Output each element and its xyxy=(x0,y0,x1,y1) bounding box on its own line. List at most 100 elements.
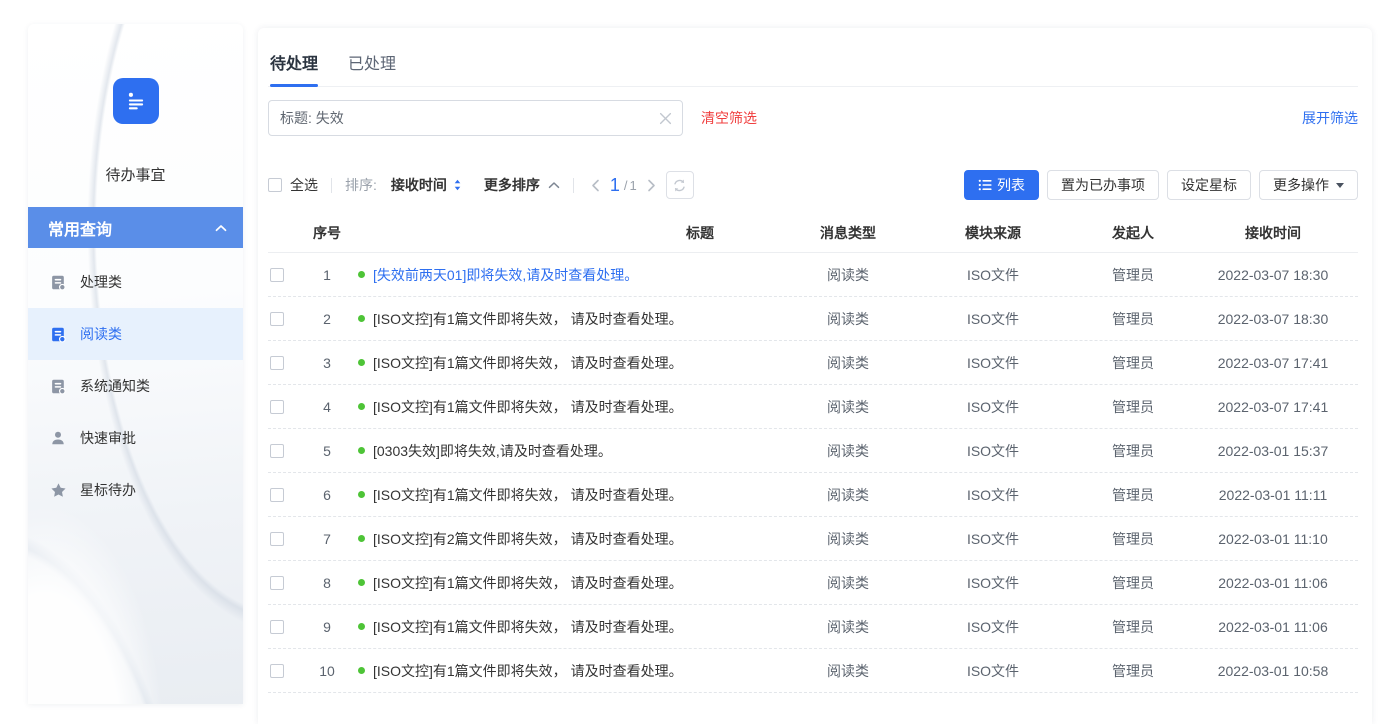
row-checkbox-cell xyxy=(268,576,302,590)
row-receive-time: 2022-03-07 17:41 xyxy=(1188,355,1358,371)
row-title-link[interactable]: [失效前两天01]即将失效,请及时查看处理。 xyxy=(373,265,638,285)
row-receive-time: 2022-03-01 11:06 xyxy=(1188,575,1358,591)
select-all-checkbox[interactable] xyxy=(268,178,282,192)
row-checkbox[interactable] xyxy=(270,312,284,326)
row-module-source: ISO文件 xyxy=(908,265,1078,285)
prev-page-icon[interactable] xyxy=(587,179,604,192)
unread-dot-icon xyxy=(358,667,365,674)
table-row[interactable]: 7[ISO文控]有2篇文件即将失效， 请及时查看处理。阅读类ISO文件管理员20… xyxy=(268,517,1358,561)
unread-dot-icon xyxy=(358,623,365,630)
row-title-cell: [失效前两天01]即将失效,请及时查看处理。 xyxy=(352,265,788,285)
sidebar-item-5[interactable]: 星标待办 xyxy=(28,464,243,516)
row-title-cell: [ISO文控]有1篇文件即将失效， 请及时查看处理。 xyxy=(352,397,788,417)
title-filter-input[interactable] xyxy=(268,100,683,136)
row-number: 7 xyxy=(302,531,352,547)
unread-dot-icon xyxy=(358,491,365,498)
sidebar-item-label: 处理类 xyxy=(80,272,122,292)
tab-pending[interactable]: 待处理 xyxy=(270,50,318,86)
sidebar-item-3[interactable]: 系统通知类 xyxy=(28,360,243,412)
table-header: 序号 标题 消息类型 模块来源 发起人 接收时间 xyxy=(268,213,1358,253)
table-row[interactable]: 9[ISO文控]有1篇文件即将失效， 请及时查看处理。阅读类ISO文件管理员20… xyxy=(268,605,1358,649)
search-box xyxy=(268,100,683,136)
row-title-link[interactable]: [ISO文控]有1篇文件即将失效， 请及时查看处理。 xyxy=(373,397,683,417)
table-body: 1[失效前两天01]即将失效,请及时查看处理。阅读类ISO文件管理员2022-0… xyxy=(268,253,1358,693)
unread-dot-icon xyxy=(358,535,365,542)
row-checkbox[interactable] xyxy=(270,532,284,546)
row-checkbox[interactable] xyxy=(270,620,284,634)
row-checkbox[interactable] xyxy=(270,356,284,370)
row-receive-time: 2022-03-01 11:06 xyxy=(1188,619,1358,635)
row-message-type: 阅读类 xyxy=(788,309,908,329)
page-separator: / xyxy=(624,178,628,193)
table-row[interactable]: 4[ISO文控]有1篇文件即将失效， 请及时查看处理。阅读类ISO文件管理员20… xyxy=(268,385,1358,429)
row-number: 2 xyxy=(302,311,352,327)
list-view-button[interactable]: 列表 xyxy=(964,170,1039,200)
more-actions-button[interactable]: 更多操作 xyxy=(1259,170,1358,200)
table-row[interactable]: 3[ISO文控]有1篇文件即将失效， 请及时查看处理。阅读类ISO文件管理员20… xyxy=(268,341,1358,385)
row-title-link[interactable]: [0303失效]即将失效,请及时查看处理。 xyxy=(373,441,612,461)
row-initiator: 管理员 xyxy=(1078,353,1188,373)
expand-filter-link[interactable]: 展开筛选 xyxy=(1302,108,1358,128)
row-checkbox-cell xyxy=(268,620,302,634)
table-row[interactable]: 1[失效前两天01]即将失效,请及时查看处理。阅读类ISO文件管理员2022-0… xyxy=(268,253,1358,297)
sidebar: 待办事宜 常用查询 处理类阅读类系统通知类快速审批星标待办 xyxy=(28,24,243,704)
header-no: 序号 xyxy=(302,223,352,243)
table-row[interactable]: 6[ISO文控]有1篇文件即将失效， 请及时查看处理。阅读类ISO文件管理员20… xyxy=(268,473,1358,517)
current-page[interactable]: 1 xyxy=(610,175,620,196)
row-message-type: 阅读类 xyxy=(788,265,908,285)
row-number: 3 xyxy=(302,355,352,371)
row-title-link[interactable]: [ISO文控]有1篇文件即将失效， 请及时查看处理。 xyxy=(373,353,683,373)
sort-carets-icon[interactable] xyxy=(453,178,462,192)
set-star-button[interactable]: 设定星标 xyxy=(1167,170,1251,200)
list-view-label: 列表 xyxy=(997,175,1025,195)
common-queries-header[interactable]: 常用查询 xyxy=(28,207,243,248)
sidebar-item-4[interactable]: 快速审批 xyxy=(28,412,243,464)
row-title-link[interactable]: [ISO文控]有1篇文件即将失效， 请及时查看处理。 xyxy=(373,661,683,681)
tab-bar: 待处理 已处理 xyxy=(268,28,1358,87)
row-title-link[interactable]: [ISO文控]有1篇文件即将失效， 请及时查看处理。 xyxy=(373,617,683,637)
row-receive-time: 2022-03-01 10:58 xyxy=(1188,663,1358,679)
unread-dot-icon xyxy=(358,447,365,454)
row-title-link[interactable]: [ISO文控]有1篇文件即将失效， 请及时查看处理。 xyxy=(373,573,683,593)
row-checkbox-cell xyxy=(268,268,302,282)
next-page-icon[interactable] xyxy=(643,179,660,192)
row-number: 10 xyxy=(302,663,352,679)
table-row[interactable]: 5[0303失效]即将失效,请及时查看处理。阅读类ISO文件管理员2022-03… xyxy=(268,429,1358,473)
row-receive-time: 2022-03-01 11:11 xyxy=(1188,487,1358,503)
refresh-button[interactable] xyxy=(666,171,694,199)
sidebar-item-1[interactable]: 处理类 xyxy=(28,256,243,308)
tab-processed[interactable]: 已处理 xyxy=(348,50,396,86)
mark-done-button[interactable]: 置为已办事项 xyxy=(1047,170,1159,200)
row-checkbox[interactable] xyxy=(270,488,284,502)
row-message-type: 阅读类 xyxy=(788,397,908,417)
more-sort-label: 更多排序 xyxy=(484,175,540,195)
row-title-link[interactable]: [ISO文控]有2篇文件即将失效， 请及时查看处理。 xyxy=(373,529,683,549)
sidebar-item-2[interactable]: 阅读类 xyxy=(28,308,243,360)
row-initiator: 管理员 xyxy=(1078,265,1188,285)
row-checkbox[interactable] xyxy=(270,400,284,414)
table-row[interactable]: 10[ISO文控]有1篇文件即将失效， 请及时查看处理。阅读类ISO文件管理员2… xyxy=(268,649,1358,693)
table-row[interactable]: 8[ISO文控]有1篇文件即将失效， 请及时查看处理。阅读类ISO文件管理员20… xyxy=(268,561,1358,605)
toolbar-divider xyxy=(573,178,574,193)
close-x-icon[interactable] xyxy=(656,109,674,127)
row-title-link[interactable]: [ISO文控]有1篇文件即将失效， 请及时查看处理。 xyxy=(373,485,683,505)
sort-field-receive-time[interactable]: 接收时间 xyxy=(391,175,462,195)
more-sort-button[interactable]: 更多排序 xyxy=(484,175,560,195)
row-checkbox[interactable] xyxy=(270,268,284,282)
row-checkbox[interactable] xyxy=(270,444,284,458)
row-checkbox[interactable] xyxy=(270,664,284,678)
row-checkbox-cell xyxy=(268,356,302,370)
caret-down-icon xyxy=(1336,183,1344,188)
row-checkbox-cell xyxy=(268,312,302,326)
row-title-link[interactable]: [ISO文控]有1篇文件即将失效， 请及时查看处理。 xyxy=(373,309,683,329)
select-all-label[interactable]: 全选 xyxy=(290,175,318,195)
row-message-type: 阅读类 xyxy=(788,485,908,505)
sidebar-item-label: 快速审批 xyxy=(80,428,136,448)
clear-filter-link[interactable]: 清空筛选 xyxy=(701,108,757,128)
row-module-source: ISO文件 xyxy=(908,617,1078,637)
todo-app-icon xyxy=(113,78,159,124)
more-actions-label: 更多操作 xyxy=(1273,175,1329,195)
row-checkbox[interactable] xyxy=(270,576,284,590)
row-initiator: 管理员 xyxy=(1078,529,1188,549)
table-row[interactable]: 2[ISO文控]有1篇文件即将失效， 请及时查看处理。阅读类ISO文件管理员20… xyxy=(268,297,1358,341)
